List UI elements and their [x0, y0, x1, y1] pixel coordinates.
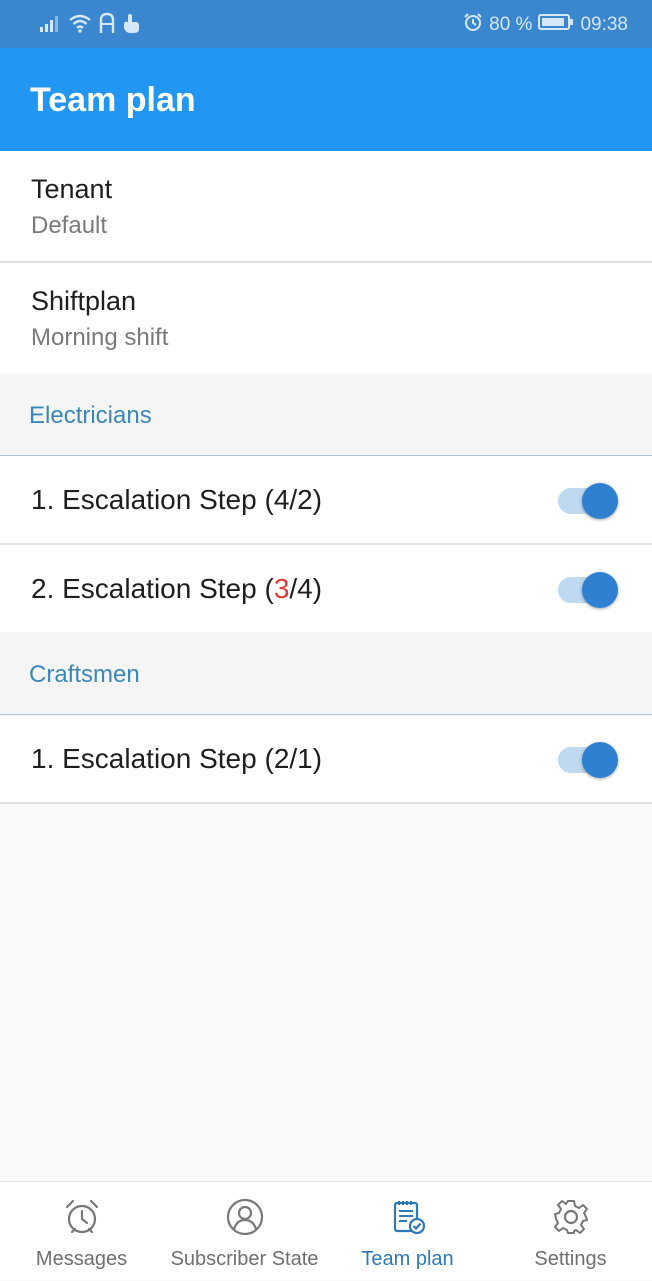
section-title: Craftsmen [29, 661, 140, 688]
escalation-step-toggle[interactable] [558, 742, 618, 778]
nav-label: Subscriber State [170, 1248, 319, 1270]
shiftplan-setting[interactable]: Shiftplan Morning shift [0, 263, 652, 373]
clipboard-check-icon [389, 1198, 427, 1236]
step-label-suffix: ) [312, 743, 323, 774]
step-label-prefix: 1. Escalation Step ( [31, 743, 274, 774]
gear-icon [552, 1198, 590, 1236]
status-icons-left [40, 12, 140, 40]
toggle-thumb [582, 742, 618, 778]
nav-item-team-plan[interactable]: Team plan [326, 1182, 489, 1281]
wifi-icon [68, 13, 92, 39]
nav-item-messages[interactable]: Messages [0, 1182, 163, 1281]
nav-label: Messages [35, 1248, 128, 1270]
escalation-step-row[interactable]: 2. Escalation Step (3/4) [0, 545, 652, 632]
alarm-icon [463, 12, 483, 38]
battery-icon [538, 13, 574, 37]
nav-item-settings[interactable]: Settings [489, 1182, 652, 1281]
clock: 09:38 [580, 14, 628, 35]
step-separator: / [289, 743, 298, 774]
tenant-label: Tenant [31, 174, 113, 204]
page-title: Team plan [30, 81, 196, 119]
status-bar: 80 % 09:38 [0, 0, 652, 48]
step-total-count: 2 [297, 484, 313, 515]
bottom-navigation: Messages Subscriber State Team plan Sett… [0, 1181, 652, 1280]
section-header-craftsmen: Craftsmen [0, 632, 652, 715]
nav-item-subscriber-state[interactable]: Subscriber State [163, 1182, 326, 1281]
step-label-prefix: 1. Escalation Step ( [31, 484, 274, 515]
escalation-step-row[interactable]: 1. Escalation Step (2/1) [0, 715, 652, 804]
shiftplan-label: Shiftplan [31, 286, 137, 316]
signal-icon [40, 14, 62, 38]
person-circle-icon [226, 1198, 264, 1236]
step-separator: / [289, 573, 298, 604]
step-label-suffix: ) [312, 573, 323, 604]
escalation-step-label: 1. Escalation Step (4/2) [31, 483, 322, 517]
tenant-setting[interactable]: Tenant Default [0, 151, 652, 263]
touch-icon [122, 12, 140, 40]
escalation-step-toggle[interactable] [558, 572, 618, 608]
escalation-step-toggle[interactable] [558, 483, 618, 519]
step-separator: / [289, 484, 298, 515]
toggle-thumb [582, 572, 618, 608]
section-header-electricians: Electricians [0, 373, 652, 456]
section-title: Electricians [29, 402, 152, 429]
alarm-clock-icon [63, 1198, 101, 1236]
tenant-value: Default [31, 212, 108, 239]
escalation-step-label: 1. Escalation Step (2/1) [31, 742, 322, 776]
step-total-count: 4 [297, 573, 313, 604]
battery-percentage: 80 % [489, 14, 533, 35]
escalation-step-label: 2. Escalation Step (3/4) [31, 572, 322, 606]
app-bar: Team plan [0, 48, 652, 151]
step-current-count: 3 [273, 573, 290, 604]
app-notification-icon [98, 12, 116, 40]
shiftplan-value: Morning shift [31, 324, 169, 351]
team-plan-list: Tenant Default Shiftplan Morning shift E… [0, 151, 652, 804]
step-label-suffix: ) [312, 484, 323, 515]
step-total-count: 1 [297, 743, 313, 774]
nav-label: Settings [534, 1248, 607, 1270]
step-current-count: 2 [273, 743, 290, 774]
escalation-step-row[interactable]: 1. Escalation Step (4/2) [0, 456, 652, 545]
step-current-count: 4 [273, 484, 290, 515]
status-icons-right: 80 % 09:38 [463, 12, 628, 38]
nav-label: Team plan [361, 1248, 454, 1270]
step-label-prefix: 2. Escalation Step ( [31, 573, 274, 604]
toggle-thumb [582, 483, 618, 519]
